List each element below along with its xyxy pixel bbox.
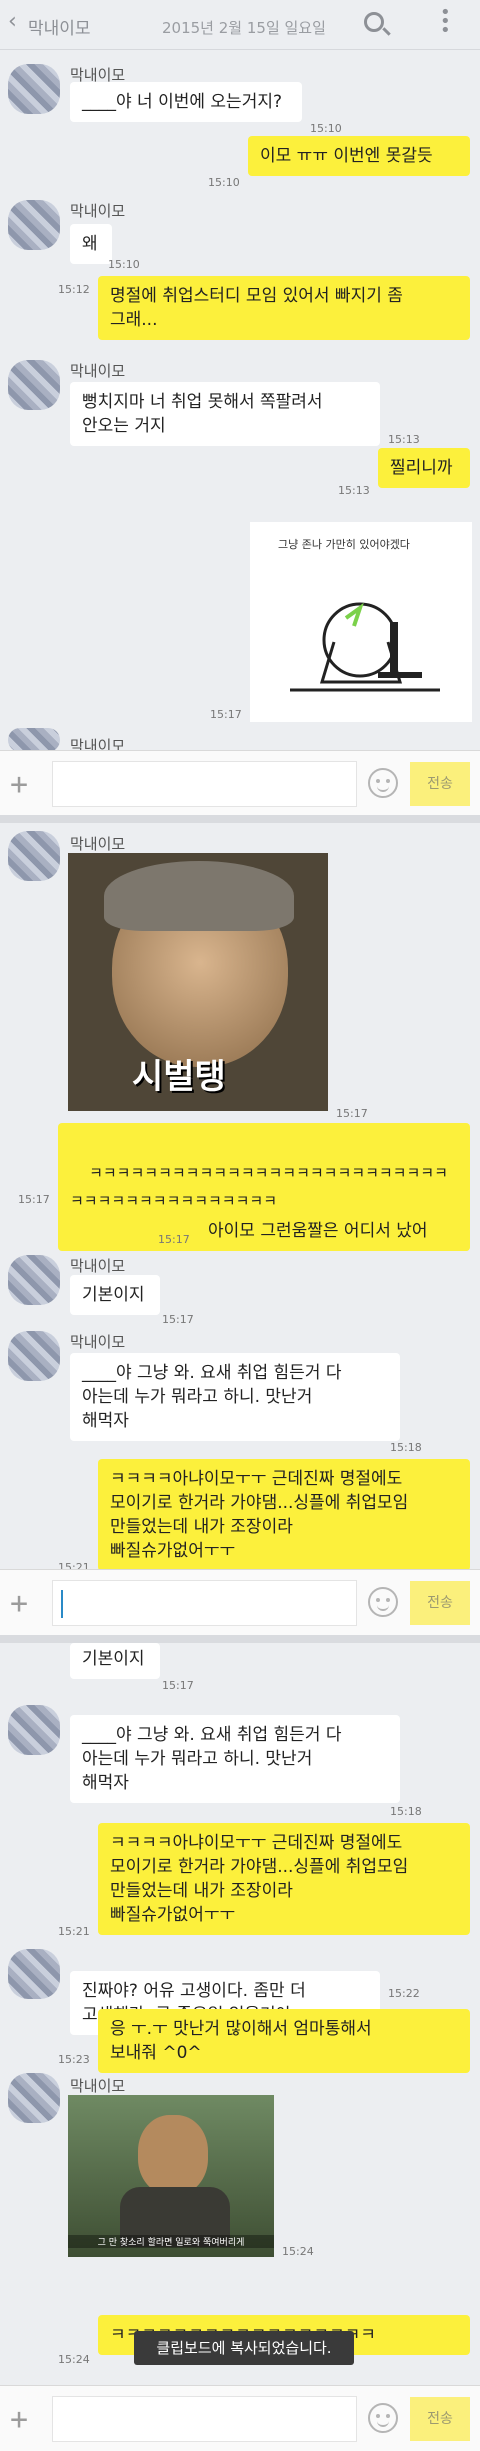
message-input[interactable]: [52, 1580, 357, 1626]
message-time: 15:17: [162, 1313, 194, 1326]
chat-panel-1: ‹ 막내이모 2015년 2월 15일 일요일 • • • 막내이모 ____야 너…: [0, 0, 480, 815]
sticker-drawing: [290, 602, 440, 692]
avatar[interactable]: [8, 2073, 60, 2123]
message-text: ㅋㅋㅋㅋㅋㅋㅋㅋㅋㅋㅋㅋㅋㅋㅋㅋㅋㅋㅋㅋㅋㅋㅋㅋㅋㅋㅋㅋㅋㅋㅋㅋㅋㅋㅋㅋㅋㅋㅋㅋ…: [70, 1164, 448, 1210]
search-icon[interactable]: [364, 12, 384, 32]
photo-hair: [104, 861, 294, 931]
message-bubble[interactable]: 응 ㅜ.ㅜ 맛난거 많이해서 엄마통해서 보내줘 ^0^: [98, 2009, 470, 2073]
avatar[interactable]: [8, 1949, 60, 1999]
message-time: 15:10: [310, 122, 342, 135]
photo-person: [138, 2115, 208, 2195]
message-image[interactable]: 시벌탱: [68, 853, 328, 1111]
sender-name: 막내이모: [70, 1257, 126, 1275]
avatar[interactable]: [8, 360, 60, 410]
message-time: 15:13: [388, 433, 420, 446]
input-bar: + 전송: [0, 1569, 480, 1635]
chat-panel-2: 막내이모 시벌탱 15:17 ㅋㅋㅋㅋㅋㅋㅋㅋㅋㅋㅋㅋㅋㅋㅋㅋㅋㅋㅋㅋㅋㅋㅋㅋㅋ…: [0, 823, 480, 1635]
more-icon[interactable]: • • •: [440, 4, 451, 40]
message-bubble[interactable]: 찔리니까: [378, 448, 470, 488]
message-bubble[interactable]: ____야 너 이번에 오는거지?: [70, 82, 302, 122]
emoji-icon[interactable]: [368, 2403, 398, 2433]
chat-panel-3: 기본이지 15:17 ____야 그냥 와. 요새 취업 힘든거 다 아는데 누…: [0, 1643, 480, 2451]
chat-title: 막내이모: [28, 19, 91, 39]
avatar[interactable]: [8, 1255, 60, 1305]
avatar[interactable]: [8, 200, 60, 250]
plus-icon[interactable]: +: [10, 2402, 28, 2437]
message-bubble[interactable]: ____야 그냥 와. 요새 취업 힘든거 다 아는데 누가 뭐라고 하니. 맛…: [70, 1715, 400, 1803]
message-time: 15:24: [58, 2353, 90, 2366]
message-time: 15:12: [58, 283, 90, 296]
message-time: 15:21: [58, 1925, 90, 1938]
message-time: 15:17: [210, 708, 242, 721]
emoji-icon[interactable]: [368, 768, 398, 798]
image-caption: 그 만 찾소리 할라면 일로와 쭉여버리게: [68, 2235, 274, 2248]
message-time: 15:13: [338, 484, 370, 497]
message-time: 15:22: [388, 1987, 420, 2000]
sender-name: 막내이모: [70, 202, 126, 220]
message-bubble[interactable]: 왜: [70, 224, 112, 264]
message-time: 15:17: [162, 1679, 194, 1692]
send-button[interactable]: 전송: [410, 2397, 470, 2441]
send-button[interactable]: 전송: [410, 762, 470, 806]
image-caption: 시벌탱: [132, 1057, 226, 1097]
message-time: 15:10: [108, 258, 140, 271]
send-button[interactable]: 전송: [410, 1581, 470, 1625]
message-time: 15:24: [282, 2245, 314, 2258]
message-bubble[interactable]: ____야 그냥 와. 요새 취업 힘든거 다 아는데 누가 뭐라고 하니. 맛…: [70, 1353, 400, 1441]
avatar[interactable]: [8, 1331, 60, 1381]
sender-name: 막내이모: [70, 1333, 126, 1351]
chat-header: ‹ 막내이모 2015년 2월 15일 일요일 • • •: [0, 0, 480, 50]
message-bubble[interactable]: 명절에 취업스터디 모임 있어서 빠지기 좀 그래...: [98, 276, 470, 340]
input-bar: + 전송: [0, 2385, 480, 2451]
avatar[interactable]: [8, 831, 60, 881]
message-time: 15:10: [208, 176, 240, 189]
message-time: 15:17: [158, 1233, 190, 1246]
message-bubble[interactable]: 이모 ㅠㅠ 이번엔 못갈듯: [248, 136, 470, 176]
message-image[interactable]: 그냥 존나 가만히 있어야겠다: [250, 522, 472, 722]
message-bubble[interactable]: 기본이지: [70, 1643, 160, 1679]
plus-icon[interactable]: +: [10, 767, 28, 802]
input-bar: + 전송: [0, 750, 480, 815]
message-bubble[interactable]: ㅋㅋㅋㅋ아냐이모ㅜㅜ 근데진짜 명절에도 모이기로 한거라 가야댐...싱플에 …: [98, 1823, 470, 1935]
avatar[interactable]: [8, 1705, 60, 1755]
message-bubble[interactable]: 아이모 그런움짤은 어디서 났어: [196, 1211, 470, 1251]
sender-name: 막내이모: [70, 2077, 126, 2095]
clipboard-toast: 클립보드에 복사되었습니다.: [134, 2331, 354, 2365]
message-bubble[interactable]: ㅋㅋㅋㅋ아냐이모ㅜㅜ 근데진짜 명절에도 모이기로 한거라 가야댐...싱플에 …: [98, 1459, 470, 1571]
sender-name: 막내이모: [70, 835, 126, 853]
message-time: 15:18: [390, 1441, 422, 1454]
chevron-left-icon[interactable]: ‹: [8, 9, 17, 34]
message-time: 15:18: [390, 1805, 422, 1818]
panel-divider: [0, 1635, 480, 1643]
date-divider: 2015년 2월 15일 일요일: [162, 19, 326, 37]
sender-name: 막내이모: [70, 362, 126, 380]
avatar[interactable]: [8, 728, 60, 752]
message-input[interactable]: [52, 761, 357, 807]
message-time: 15:23: [58, 2053, 90, 2066]
panel-divider: [0, 815, 480, 823]
message-bubble[interactable]: 기본이지: [70, 1275, 160, 1315]
message-input[interactable]: [52, 2396, 357, 2442]
emoji-icon[interactable]: [368, 1587, 398, 1617]
message-image[interactable]: 그 만 찾소리 할라면 일로와 쭉여버리게: [68, 2095, 274, 2257]
message-time: 15:17: [336, 1107, 368, 1120]
plus-icon[interactable]: +: [10, 1586, 28, 1621]
avatar[interactable]: [8, 64, 60, 114]
text-cursor: [61, 1590, 63, 1618]
message-bubble[interactable]: 뻥치지마 너 취업 못해서 쪽팔려서 안오는 거지: [70, 382, 380, 446]
message-time: 15:17: [18, 1193, 50, 1206]
